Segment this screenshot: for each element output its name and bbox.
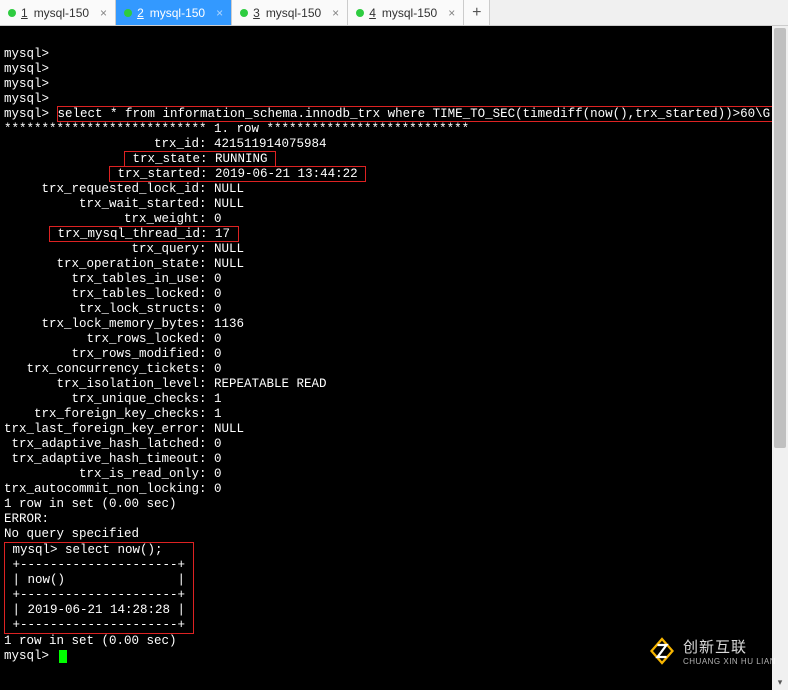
connection-status-icon — [240, 9, 248, 17]
terminal-line: mysql> — [4, 62, 784, 77]
terminal-line: trx_rows_locked: 0 — [4, 332, 784, 347]
terminal-output[interactable]: mysql>mysql>mysql>mysql>mysql> select * … — [0, 26, 788, 690]
terminal-line: *************************** 1. row *****… — [4, 122, 784, 137]
highlighted-field: trx_state: RUNNING — [124, 151, 276, 167]
tab-bar: 1 mysql-150 × 2 mysql-150 × 3 mysql-150 × 4 mysql-… — [0, 0, 788, 26]
tab-label: mysql-150 — [150, 6, 205, 20]
scroll-down-button[interactable]: ▾ — [772, 674, 788, 690]
scroll-thumb[interactable] — [774, 28, 786, 448]
highlighted-field: trx_started: 2019-06-21 13:44:22 — [109, 166, 366, 182]
highlighted-now-block: mysql> select now(); +------------------… — [4, 542, 784, 634]
terminal-line: trx_is_read_only: 0 — [4, 467, 784, 482]
terminal-line: mysql> select * from information_schema.… — [4, 107, 784, 122]
close-icon[interactable]: × — [332, 6, 339, 20]
tab-label: mysql-150 — [34, 6, 89, 20]
tab-mysql-150-2[interactable]: 2 mysql-150 × — [116, 0, 232, 25]
terminal-line: trx_tables_locked: 0 — [4, 287, 784, 302]
terminal-line: trx_requested_lock_id: NULL — [4, 182, 784, 197]
terminal-line: trx_mysql_thread_id: 17 — [4, 227, 784, 242]
highlighted-field: trx_mysql_thread_id: 17 — [49, 226, 239, 242]
watermark-logo-icon — [647, 636, 677, 666]
watermark: 创新互联 CHUANG XIN HU LIAN — [647, 636, 776, 666]
tab-number: 2 — [137, 6, 144, 20]
terminal-line: trx_adaptive_hash_timeout: 0 — [4, 452, 784, 467]
close-icon[interactable]: × — [216, 6, 223, 20]
new-tab-button[interactable]: + — [464, 0, 490, 25]
tab-mysql-150-1[interactable]: 1 mysql-150 × — [0, 0, 116, 25]
terminal-line: trx_adaptive_hash_latched: 0 — [4, 437, 784, 452]
close-icon[interactable]: × — [100, 6, 107, 20]
terminal-line: trx_lock_memory_bytes: 1136 — [4, 317, 784, 332]
terminal-line: ERROR: — [4, 512, 784, 527]
terminal-line: trx_state: RUNNING — [4, 152, 784, 167]
terminal-line: trx_lock_structs: 0 — [4, 302, 784, 317]
terminal-line: trx_tables_in_use: 0 — [4, 272, 784, 287]
terminal-line: trx_last_foreign_key_error: NULL — [4, 422, 784, 437]
terminal-line: trx_query: NULL — [4, 242, 784, 257]
tab-number: 4 — [369, 6, 376, 20]
terminal-line: mysql> — [4, 92, 784, 107]
terminal-line: trx_id: 421511914075984 — [4, 137, 784, 152]
terminal-line: trx_autocommit_non_locking: 0 — [4, 482, 784, 497]
terminal-line: trx_weight: 0 — [4, 212, 784, 227]
terminal-line: No query specified — [4, 527, 784, 542]
close-icon[interactable]: × — [448, 6, 455, 20]
terminal-line: trx_concurrency_tickets: 0 — [4, 362, 784, 377]
tab-mysql-150-3[interactable]: 3 mysql-150 × — [232, 0, 348, 25]
terminal-line: mysql> — [4, 77, 784, 92]
terminal-line: trx_rows_modified: 0 — [4, 347, 784, 362]
terminal-line: trx_foreign_key_checks: 1 — [4, 407, 784, 422]
watermark-text-zh: 创新互联 — [683, 636, 776, 657]
terminal-line: trx_isolation_level: REPEATABLE READ — [4, 377, 784, 392]
terminal-line: mysql> — [4, 47, 784, 62]
connection-status-icon — [356, 9, 364, 17]
tab-label: mysql-150 — [266, 6, 321, 20]
tab-number: 1 — [21, 6, 28, 20]
tab-label: mysql-150 — [382, 6, 437, 20]
connection-status-icon — [124, 9, 132, 17]
terminal-line: trx_wait_started: NULL — [4, 197, 784, 212]
tab-mysql-150-4[interactable]: 4 mysql-150 × — [348, 0, 464, 25]
terminal-line: trx_unique_checks: 1 — [4, 392, 784, 407]
watermark-text-en: CHUANG XIN HU LIAN — [683, 657, 776, 666]
cursor — [59, 650, 67, 663]
vertical-scrollbar[interactable]: ▴ ▾ — [772, 26, 788, 690]
terminal-line: 1 row in set (0.00 sec) — [4, 497, 784, 512]
highlighted-query: select * from information_schema.innodb_… — [57, 106, 779, 122]
terminal-line: trx_operation_state: NULL — [4, 257, 784, 272]
tab-number: 3 — [253, 6, 260, 20]
terminal-line: trx_started: 2019-06-21 13:44:22 — [4, 167, 784, 182]
connection-status-icon — [8, 9, 16, 17]
